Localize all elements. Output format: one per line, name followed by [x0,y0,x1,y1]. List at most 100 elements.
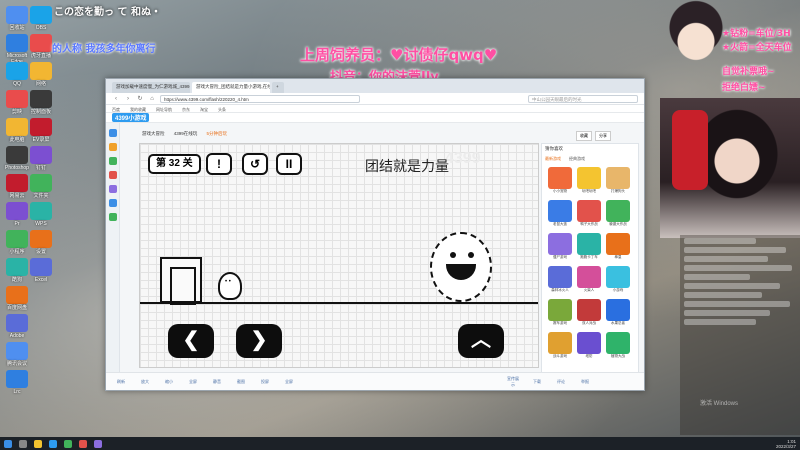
game-thumbnail[interactable] [548,167,572,189]
recommended-game[interactable]: 战斗游戏 [548,332,572,359]
system-clock[interactable]: 1:01 2022/3/27 [776,439,796,449]
recommended-game[interactable]: 水果忍者 [606,299,630,326]
pause-button[interactable]: II [276,153,302,175]
home-icon[interactable]: ⌂ [148,96,156,102]
search-icon[interactable] [19,439,27,448]
game-thumbnail[interactable] [577,266,601,288]
desktop-shortcut-icon[interactable] [6,6,28,24]
forward-icon[interactable]: › [124,96,132,102]
app-taskbar-icon[interactable] [64,439,72,448]
recommended-game[interactable]: 火柴人 [577,266,601,293]
desktop-shortcut-icon[interactable] [6,370,28,388]
game-thumbnail[interactable] [606,266,630,288]
browser-taskbar-icon[interactable] [49,439,57,448]
desktop-shortcut-icon[interactable] [30,146,52,164]
toolbar-item[interactable]: 全屏 [282,379,296,385]
desktop-shortcut-icon[interactable] [30,90,52,108]
favorite-button[interactable]: 收藏 [576,131,592,141]
recommended-game[interactable]: 小小宠物 [548,167,572,194]
bookmark-item[interactable]: 京东 [182,107,190,112]
game-thumbnail[interactable] [577,299,601,321]
sidebar-app-icon[interactable] [108,129,117,137]
desktop-shortcut-icon[interactable] [30,258,52,276]
desktop-shortcut-icon[interactable] [6,62,28,80]
desktop-shortcut-icon[interactable] [30,62,52,80]
game-thumbnail[interactable] [577,167,601,189]
new-tab-button[interactable]: + [272,82,284,93]
recommended-game[interactable]: 跑跑卡丁车 [577,233,601,260]
game-thumbnail[interactable] [577,200,601,222]
toolbar-item[interactable]: 下载 [530,379,544,385]
recommended-game[interactable]: 僵尸游戏 [548,233,572,260]
bookmark-item[interactable]: 我的收藏 [130,107,146,112]
toolbar-item[interactable]: 评论 [554,379,568,385]
recommended-game[interactable]: 塔防 [577,332,601,359]
game-thumbnail[interactable] [577,233,601,255]
sidebar-app-icon[interactable] [108,157,117,165]
site-logo[interactable]: 4399小游戏 [112,113,150,122]
sidebar-app-icon[interactable] [108,171,117,179]
game-thumbnail[interactable] [548,200,572,222]
move-right-button[interactable]: ❯ [236,324,282,358]
desktop-shortcut-icon[interactable] [30,174,52,192]
bookmark-item[interactable]: 百度 [112,107,120,112]
desktop-shortcut-icon[interactable] [6,314,28,332]
desktop-shortcut-icon[interactable] [6,258,28,276]
toolbar-item[interactable]: 静音 [210,379,224,385]
recommended-game[interactable]: 鸭子大作战 [577,200,601,227]
toolbar-item[interactable]: 截图 [234,379,248,385]
desktop-shortcut-icon[interactable] [6,118,28,136]
hint-button[interactable]: ! [206,153,232,175]
game-thumbnail[interactable] [548,299,572,321]
recommended-game[interactable]: 玩吧玩吧 [577,167,601,194]
toolbar-item[interactable]: 放大 [138,379,152,385]
game-thumbnail[interactable] [606,167,630,189]
bookmark-item[interactable]: 淘宝 [200,107,208,112]
bookmark-item[interactable]: 头条 [218,107,226,112]
tab-latest-games[interactable]: 最新游戏 [545,156,561,162]
toolbar-item[interactable]: 刷新 [114,379,128,385]
app-taskbar-icon[interactable] [94,439,102,448]
recommended-game[interactable]: 小游戏 [606,266,630,293]
tab-classic-games[interactable]: 经典游戏 [569,156,585,162]
desktop-shortcut-icon[interactable] [6,174,28,192]
file-explorer-icon[interactable] [34,439,42,448]
address-input[interactable]: https://www.4399.com/flash/220220_4.htm [160,94,360,103]
toolbar-item[interactable]: 宣传展示 [506,376,520,388]
recommended-game[interactable]: 躲避大作战 [606,200,630,227]
desktop-shortcut-icon[interactable] [30,118,52,136]
recommended-game[interactable]: 拳皇 [606,233,630,260]
game-canvas[interactable]: 4399 第 32 关 ! ↺ II 团结就是力量 ❮ ❯ ︿ [139,143,539,368]
toolbar-item[interactable]: 投屏 [258,379,272,385]
desktop-shortcut-icon[interactable] [6,230,28,248]
toolbar-item[interactable]: 全屏 [186,379,200,385]
recommended-game[interactable]: 森林冰火人 [548,266,572,293]
sidebar-app-icon[interactable] [108,213,117,221]
desktop-shortcut-icon[interactable] [6,90,28,108]
game-thumbnail[interactable] [606,332,630,354]
bookmark-item[interactable]: 网址导航 [156,107,172,112]
desktop-shortcut-icon[interactable] [30,6,52,24]
game-thumbnail[interactable] [577,332,601,354]
desktop-shortcut-icon[interactable] [30,34,52,52]
game-thumbnail[interactable] [606,299,630,321]
recommended-game[interactable]: 双人对战 [577,299,601,326]
sidebar-app-icon[interactable] [108,185,117,193]
game-thumbnail[interactable] [548,266,572,288]
desktop-shortcut-icon[interactable] [30,202,52,220]
start-icon[interactable] [4,439,12,448]
browser-tab-active[interactable]: 游戏大冒险_团结就是力量小游戏,在线... [192,82,270,93]
desktop-shortcut-icon[interactable] [6,202,28,220]
game-thumbnail[interactable] [548,332,572,354]
sidebar-app-icon[interactable] [108,199,117,207]
toolbar-item[interactable]: 举报 [578,379,592,385]
recommended-game[interactable]: 赛车游戏 [548,299,572,326]
recommended-game[interactable]: 植物大战 [606,332,630,359]
jump-button[interactable]: ︿ [458,324,504,358]
game-thumbnail[interactable] [606,200,630,222]
restart-button[interactable]: ↺ [242,153,268,175]
obs-taskbar-icon[interactable] [79,439,87,448]
browser-tab[interactable]: 游戏加载中速度慢_为仁游戏城_4399... [112,82,190,93]
back-icon[interactable]: ‹ [112,96,120,102]
recommended-game[interactable]: 打爆狗头 [606,167,630,194]
